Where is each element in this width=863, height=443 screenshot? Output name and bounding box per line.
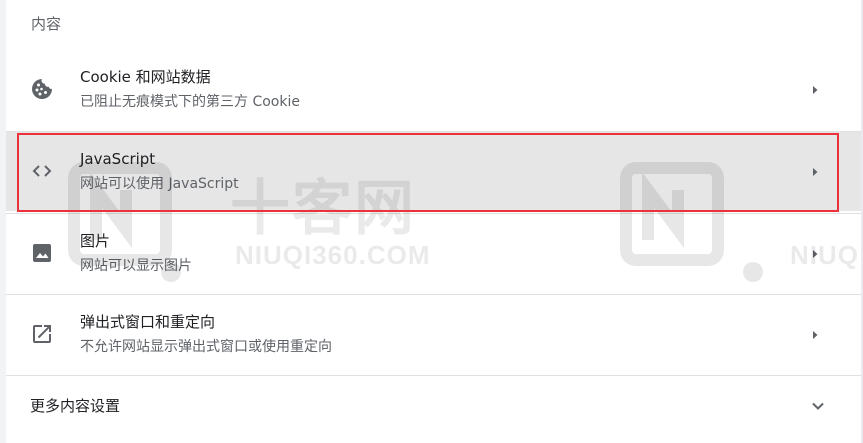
image-icon (33, 244, 51, 262)
arrow-right-icon (813, 250, 818, 258)
row-subtitle: 已阻止无痕模式下的第三方 Cookie (80, 94, 300, 110)
cookies-setting-row[interactable]: Cookie 和网站数据 已阻止无痕模式下的第三方 Cookie (6, 50, 861, 130)
content-settings-panel: 内容 Cookie 和网站数据 已阻止无痕模式下的第三方 Cookie Java… (0, 0, 863, 443)
row-subtitle: 网站可以显示图片 (80, 258, 192, 274)
images-setting-row[interactable]: 图片 网站可以显示图片 (6, 213, 861, 293)
row-title: 图片 (80, 232, 111, 250)
section-title: 内容 (31, 15, 62, 33)
javascript-setting-row[interactable]: JavaScript 网站可以使用 JavaScript (6, 131, 861, 211)
arrow-right-icon (813, 331, 818, 339)
row-title: 弹出式窗口和重定向 (80, 313, 216, 331)
code-icon (32, 165, 52, 177)
more-content-settings-label: 更多内容设置 (30, 397, 121, 415)
cookie-icon (32, 79, 52, 99)
arrow-right-icon (813, 168, 818, 176)
arrow-right-icon (813, 86, 818, 94)
chevron-down-icon (812, 402, 824, 410)
external-link-icon (33, 325, 51, 343)
row-subtitle: 网站可以使用 JavaScript (80, 176, 239, 192)
row-subtitle: 不允许网站显示弹出式窗口或使用重定向 (80, 339, 332, 355)
more-content-settings-row[interactable]: 更多内容设置 (6, 375, 861, 441)
row-title: JavaScript (80, 150, 156, 168)
popups-setting-row[interactable]: 弹出式窗口和重定向 不允许网站显示弹出式窗口或使用重定向 (6, 294, 861, 374)
row-title: Cookie 和网站数据 (80, 68, 211, 86)
